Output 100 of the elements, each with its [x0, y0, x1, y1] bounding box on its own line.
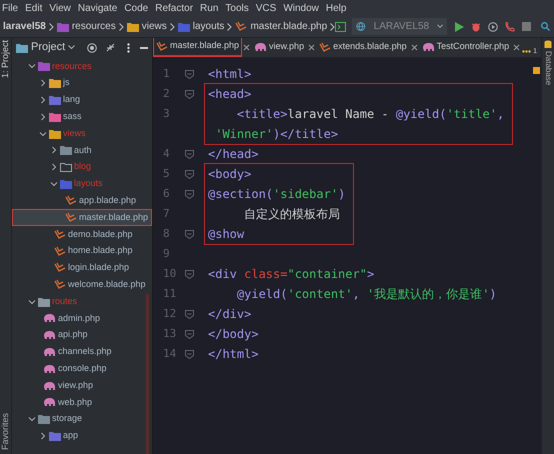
- database-icon: [544, 40, 552, 49]
- breadcrumb[interactable]: views: [142, 19, 167, 34]
- bug-icon[interactable]: [471, 21, 482, 32]
- elephant-icon: [422, 42, 435, 52]
- tree-item[interactable]: api.php: [12, 326, 152, 344]
- folder-icon: [60, 162, 72, 172]
- breadcrumb[interactable]: layouts: [192, 19, 224, 34]
- fold-icon[interactable]: [185, 150, 194, 158]
- play-circle-icon[interactable]: [488, 22, 498, 32]
- chevron-right-icon: [118, 22, 124, 30]
- tree-item[interactable]: js: [12, 74, 152, 92]
- menu-item[interactable]: Run: [200, 0, 218, 16]
- code-line: <div class="container">: [207, 266, 376, 283]
- menu-item[interactable]: Edit: [25, 0, 42, 16]
- fold-icon[interactable]: [185, 230, 194, 238]
- tree-item[interactable]: auth: [12, 142, 152, 159]
- caret-icon: [437, 24, 444, 29]
- tree-item[interactable]: web.php: [12, 394, 152, 411]
- scrollbar[interactable]: [146, 294, 149, 454]
- code-line: <body>: [207, 166, 252, 183]
- editor-tab[interactable]: view.php: [251, 38, 308, 57]
- breadcrumb[interactable]: master.blade.php: [250, 19, 328, 34]
- search-icon[interactable]: [541, 22, 550, 31]
- tree-item[interactable]: login.blade.php: [12, 260, 152, 276]
- menu-item[interactable]: Refactor: [155, 0, 194, 16]
- menu-item[interactable]: Tools: [225, 0, 249, 16]
- fold-icon[interactable]: [185, 310, 194, 318]
- folder-icon: [49, 112, 61, 122]
- editor-tab[interactable]: TestController.php: [418, 38, 512, 57]
- line-number: 13: [162, 326, 178, 342]
- code-line: </html>: [207, 346, 260, 363]
- line-number: 11: [162, 286, 178, 302]
- folder-icon: [49, 78, 61, 88]
- menu-item[interactable]: File: [2, 0, 18, 16]
- elephant-icon: [43, 330, 56, 340]
- elephant-icon: [43, 346, 56, 357]
- database-tool-tab[interactable]: Database: [542, 51, 554, 86]
- tree-item[interactable]: demo.blade.php: [12, 226, 152, 243]
- tree-item[interactable]: home.blade.php: [12, 242, 152, 260]
- tree-item[interactable]: admin.php: [12, 310, 152, 327]
- close-icon: [513, 44, 520, 50]
- blade-file-icon: [235, 21, 248, 32]
- collapse-icon[interactable]: [106, 43, 115, 52]
- tree-item[interactable]: channels.php: [12, 344, 152, 360]
- folder-icon: [38, 61, 50, 72]
- tree-item[interactable]: master.blade.php: [12, 209, 152, 226]
- blade-file-icon: [54, 279, 66, 290]
- more-icon[interactable]: [127, 42, 130, 52]
- elephant-icon: [43, 364, 56, 374]
- menu-item[interactable]: Window: [283, 0, 319, 16]
- terminal-icon[interactable]: [335, 22, 346, 32]
- menu-item[interactable]: View: [49, 0, 71, 16]
- editor-tab[interactable]: extends.blade.php: [316, 38, 410, 57]
- fold-icon[interactable]: [185, 270, 194, 278]
- target-icon[interactable]: [87, 42, 97, 52]
- breadcrumb[interactable]: resources: [72, 19, 116, 34]
- breadcrumb[interactable]: laravel58: [3, 19, 46, 34]
- run-icon[interactable]: [455, 22, 464, 32]
- tree-item[interactable]: app.blade.php: [12, 192, 152, 210]
- tree-item[interactable]: console.php: [12, 360, 152, 378]
- folder-icon: [126, 22, 139, 32]
- folder-icon: [49, 128, 61, 139]
- fold-icon[interactable]: [185, 90, 194, 98]
- tree-item[interactable]: app: [12, 428, 152, 444]
- fold-icon[interactable]: [185, 350, 194, 358]
- editor-tab[interactable]: master.blade.php: [153, 38, 242, 57]
- favorites-tool-tab[interactable]: Favorites: [0, 412, 12, 450]
- tree-item[interactable]: sass: [12, 108, 152, 126]
- line-number: 1: [162, 66, 171, 82]
- menu-item[interactable]: Help: [326, 0, 346, 16]
- menu-item[interactable]: Code: [124, 0, 148, 16]
- elephant-icon: [43, 313, 56, 324]
- project-tool-tab[interactable]: 1: Project: [0, 40, 12, 78]
- tree-item[interactable]: lang: [12, 92, 152, 108]
- more-icon[interactable]: [522, 50, 532, 54]
- line-number: 3: [162, 106, 171, 122]
- code-line: @section('sidebar'): [207, 186, 346, 203]
- stop-icon[interactable]: [522, 22, 532, 31]
- fold-icon[interactable]: [185, 170, 194, 178]
- project-view-dropdown[interactable]: Project: [31, 39, 66, 56]
- code-line: </div>: [207, 306, 252, 323]
- minimize-icon[interactable]: [140, 46, 148, 48]
- fold-icon[interactable]: [185, 190, 194, 198]
- tree-item[interactable]: view.php: [12, 377, 152, 394]
- run-configuration-label: LARAVEL58: [374, 20, 430, 34]
- folder-icon: [38, 296, 50, 307]
- fold-icon[interactable]: [185, 70, 194, 78]
- elephant-icon: [43, 397, 56, 408]
- folder-icon: [16, 42, 28, 52]
- phone-icon[interactable]: [505, 22, 516, 32]
- tree-item[interactable]: welcome.blade.php: [12, 276, 152, 294]
- line-number: 8: [162, 226, 171, 242]
- tree-item[interactable]: storage: [12, 410, 152, 428]
- blade-file-icon: [54, 246, 66, 257]
- blade-file-icon: [319, 42, 332, 52]
- folder-icon: [178, 22, 190, 32]
- menu-item[interactable]: VCS: [256, 0, 276, 16]
- fold-icon[interactable]: [185, 330, 194, 338]
- menu-item[interactable]: Navigate: [78, 0, 118, 16]
- blade-file-icon: [156, 40, 168, 52]
